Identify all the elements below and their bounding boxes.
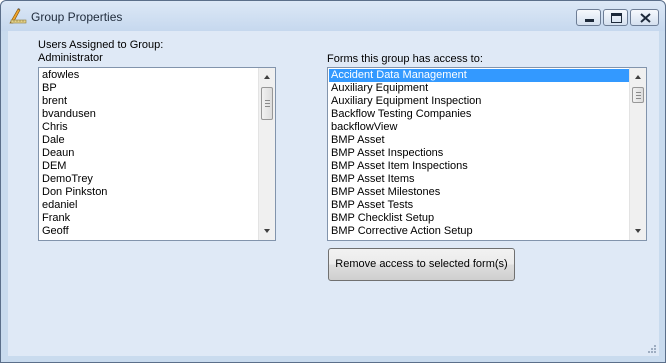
user-list-item[interactable]: BP [40, 82, 258, 95]
forms-scroll-thumb[interactable] [632, 87, 644, 103]
user-list-item[interactable]: Don Pinkston [40, 186, 258, 199]
forms-list: Accident Data Management Auxiliary Equipm… [329, 69, 629, 241]
forms-listbox[interactable]: Accident Data Management Auxiliary Equipm… [327, 67, 647, 241]
form-list-item[interactable]: BMP Asset [329, 134, 629, 147]
scroll-up-arrow-icon[interactable] [630, 69, 646, 85]
user-list-item[interactable]: edaniel [40, 199, 258, 212]
forms-heading: Forms this group has access to: [327, 53, 483, 65]
users-listbox[interactable]: afowles BP brent bvandusen Chris Dale Deaun DEM… [38, 67, 276, 241]
user-list-item[interactable]: Deaun [40, 147, 258, 160]
form-list-item[interactable]: backflowView [329, 121, 629, 134]
user-list-item[interactable]: afowles [40, 69, 258, 82]
users-heading: Users Assigned to Group: [38, 39, 164, 51]
close-icon [640, 13, 651, 23]
scroll-down-arrow-icon[interactable] [630, 223, 646, 239]
form-list-item[interactable]: BMP Asset Inspections [329, 147, 629, 160]
close-button[interactable] [630, 9, 659, 26]
remove-access-button[interactable]: Remove access to selected form(s) [328, 248, 515, 281]
form-list-item[interactable]: BMP Asset Tests [329, 199, 629, 212]
scroll-down-arrow-icon[interactable] [259, 223, 275, 239]
maximize-button[interactable] [603, 9, 628, 26]
pencil-ruler-icon [9, 8, 27, 24]
maximize-icon [611, 13, 622, 23]
forms-scrollbar[interactable] [629, 68, 646, 240]
users-scrollbar[interactable] [258, 68, 275, 240]
form-list-item[interactable]: BMP Asset Items [329, 173, 629, 186]
user-list-item[interactable]: Frank [40, 212, 258, 225]
user-list-item[interactable]: DemoTrey [40, 173, 258, 186]
form-list-item[interactable]: Auxiliary Equipment [329, 82, 629, 95]
user-list-item[interactable]: Geoff [40, 225, 258, 238]
group-properties-window: Group Properties Users Assigned to Group… [0, 0, 666, 363]
form-list-item[interactable]: BMP Asset Milestones [329, 186, 629, 199]
form-list-item[interactable]: Auxiliary Equipment Inspection [329, 95, 629, 108]
user-list-item[interactable]: brent [40, 95, 258, 108]
group-name: Administrator [38, 52, 103, 64]
users-list: afowles BP brent bvandusen Chris Dale Deaun DEM… [40, 69, 258, 241]
scroll-up-arrow-icon[interactable] [259, 69, 275, 85]
form-list-item[interactable]: Accident Data Management [329, 69, 629, 82]
form-list-item[interactable]: BMP Corrective Action Setup [329, 225, 629, 238]
form-list-item[interactable]: BMP Checklist Setup [329, 212, 629, 225]
user-list-item[interactable]: bvandusen [40, 108, 258, 121]
users-scroll-thumb[interactable] [261, 87, 273, 120]
title-bar[interactable]: Group Properties [1, 1, 665, 31]
resize-grip-icon[interactable] [645, 342, 657, 354]
user-list-item[interactable]: Dale [40, 134, 258, 147]
form-list-item[interactable]: Backflow Testing Companies [329, 108, 629, 121]
minimize-button[interactable] [576, 9, 601, 26]
user-list-item[interactable]: Chris [40, 121, 258, 134]
minimize-icon [585, 19, 594, 22]
form-list-item[interactable]: BMP Asset Item Inspections [329, 160, 629, 173]
window-title: Group Properties [31, 10, 123, 24]
dialog-client-area: Users Assigned to Group: Administrator F… [8, 31, 659, 356]
user-list-item[interactable]: DEM [40, 160, 258, 173]
